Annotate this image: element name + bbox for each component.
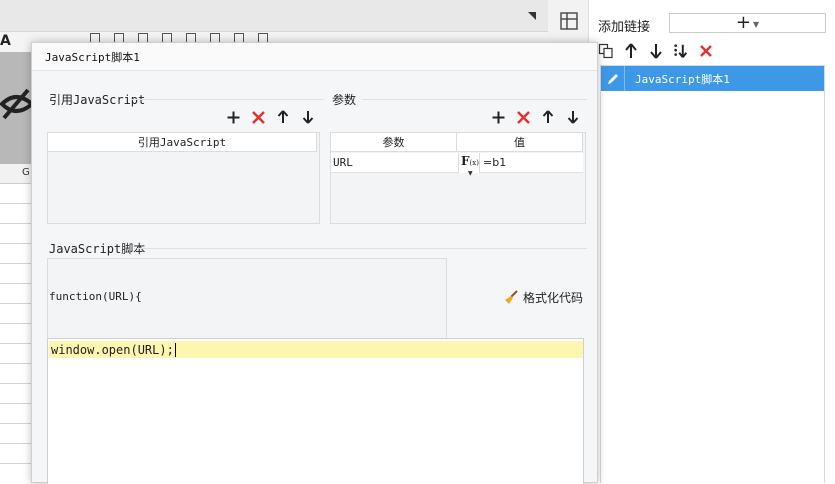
plus-icon: +	[735, 12, 751, 33]
list-item[interactable]: JavaScript脚本1	[601, 66, 824, 91]
delete-ref-js-button[interactable]	[251, 109, 265, 125]
params-section-title: 参数	[332, 93, 357, 107]
copy-icon[interactable]	[598, 42, 614, 60]
param-name-cell[interactable]: URL	[331, 153, 458, 173]
delete-icon[interactable]	[698, 42, 714, 60]
font-color-button[interactable]: A	[0, 33, 11, 49]
move-down-param-button[interactable]	[566, 109, 580, 125]
param-column-header: 参数	[331, 133, 457, 152]
ref-js-table[interactable]: 引用JavaScript	[47, 132, 320, 224]
spreadsheet-grid[interactable]	[0, 184, 32, 483]
link-list-toolbar	[598, 42, 714, 60]
collapse-icon[interactable]	[526, 9, 540, 23]
format-code-button[interactable]: 格式化代码	[504, 289, 583, 306]
dialog-title: JavaScript脚本1	[32, 43, 597, 71]
move-bottom-icon[interactable]	[673, 42, 689, 60]
script-section-title: JavaScript脚本	[49, 242, 146, 256]
ref-js-column-header: 引用JavaScript	[48, 133, 317, 152]
move-up-param-button[interactable]	[541, 109, 555, 125]
arrow-down-icon[interactable]	[648, 42, 664, 60]
arrow-up-icon[interactable]	[623, 42, 639, 60]
move-down-ref-js-button[interactable]	[301, 109, 315, 125]
pencil-icon	[601, 66, 625, 91]
add-link-label: 添加链接	[598, 20, 651, 35]
ref-js-section-title: 引用JavaScript	[49, 93, 146, 107]
add-param-button[interactable]	[491, 109, 505, 125]
fx-icon[interactable]: F(x) ▼	[458, 153, 480, 177]
column-letter: G	[22, 167, 30, 178]
format-code-label: 格式化代码	[523, 291, 584, 305]
function-header-box: function(URL){	[47, 258, 447, 338]
text-cursor	[174, 342, 177, 357]
params-table: 参数 值 URL F(x) ▼ =b1	[330, 132, 586, 224]
background-toolbar	[0, 0, 548, 32]
broom-icon	[505, 290, 518, 304]
grid-icon[interactable]	[560, 12, 578, 30]
code-line[interactable]: window.open(URL);	[49, 341, 583, 358]
add-link-button[interactable]: + ▼	[669, 13, 826, 33]
move-up-ref-js-button[interactable]	[276, 109, 290, 125]
code-line-text: window.open(URL);	[51, 342, 174, 357]
param-value-cell[interactable]: =b1	[480, 153, 583, 173]
delete-param-button[interactable]	[516, 109, 530, 125]
add-ref-js-button[interactable]	[226, 109, 240, 125]
chevron-down-icon: ▼	[752, 19, 760, 29]
eye-hidden-icon	[0, 88, 32, 120]
link-list: JavaScript脚本1	[600, 65, 825, 483]
list-item-label: JavaScript脚本1	[635, 72, 730, 86]
javascript-dialog: JavaScript脚本1 引用JavaScript 引用JavaScript …	[31, 42, 598, 484]
function-header: function(URL){	[49, 290, 142, 303]
code-editor[interactable]: window.open(URL);	[47, 338, 584, 484]
value-column-header: 值	[457, 133, 583, 152]
